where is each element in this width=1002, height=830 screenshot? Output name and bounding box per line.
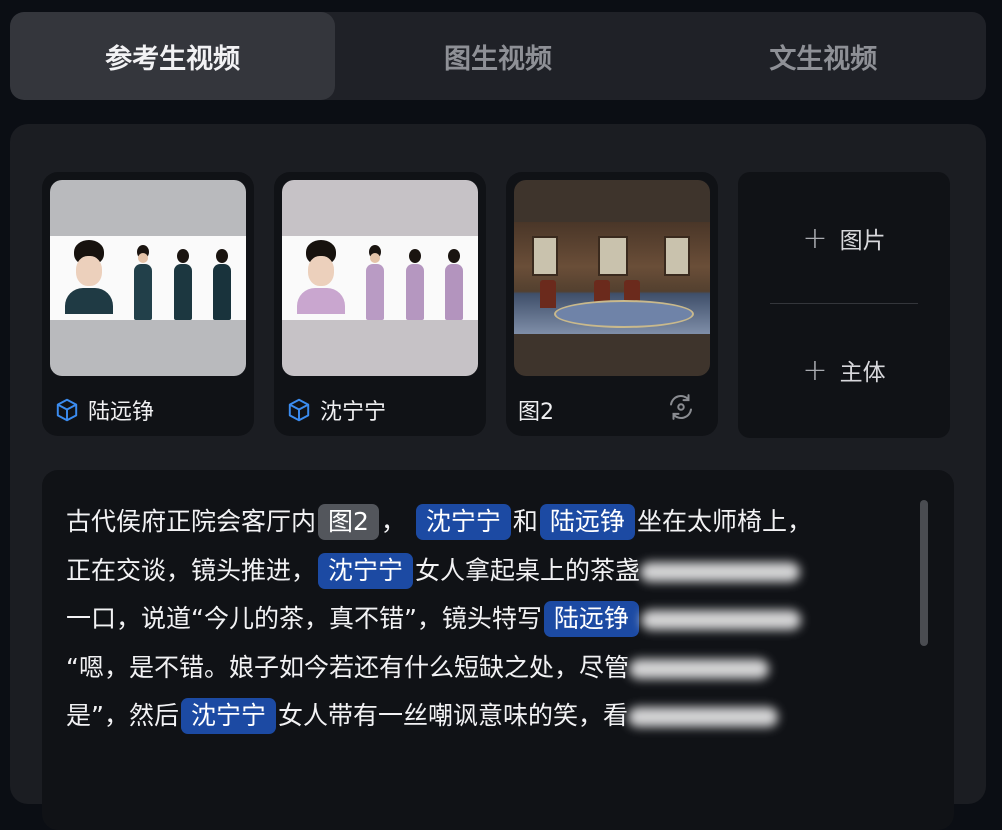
tab-reference-video[interactable]: 参考生视频 — [10, 12, 336, 100]
prompt-line: 正在交谈，镜头推进， 沈宁宁 女人拿起桌上的茶盏 — [66, 547, 906, 596]
reference-card-image2[interactable]: 图2 — [506, 172, 718, 436]
prompt-editor[interactable]: 古代侯府正院会客厅内 图2， 沈宁宁和陆远铮 坐在太师椅上， 正在交谈，镜头推进，沈… — [42, 470, 954, 830]
card-label: 图2 — [518, 400, 554, 425]
prompt-line: 一口，说道“今儿的茶，真不错”，镜头特写 陆远铮 — [66, 595, 906, 644]
character-sheet-thumbnail — [282, 180, 478, 376]
scrollbar[interactable] — [920, 500, 928, 646]
mention-tag-image2[interactable]: 图2 — [318, 504, 379, 540]
tab-image-video[interactable]: 图生视频 — [335, 12, 660, 100]
reference-card-luyuanzheng[interactable]: 陆远铮 — [42, 172, 254, 436]
mention-tag-luyuanzheng[interactable]: 陆远铮 — [539, 504, 635, 540]
prompt-line: 是”，然后 沈宁宁 女人带有一丝嘲讽意味的笑，看 — [66, 692, 906, 741]
cube-icon — [286, 397, 312, 423]
redacted-text — [640, 610, 801, 630]
swap-icon[interactable] — [666, 392, 696, 422]
room-thumbnail — [514, 180, 710, 376]
redacted-text — [640, 561, 801, 582]
reference-card-shenningning[interactable]: 沈宁宁 — [274, 172, 486, 436]
add-image-label: 图片 — [839, 228, 886, 254]
mention-tag-shenningning[interactable]: 沈宁宁 — [180, 698, 276, 734]
prompt-text[interactable]: 古代侯府正院会客厅内 图2， 沈宁宁和陆远铮 坐在太师椅上， 正在交谈，镜头推进，沈… — [66, 498, 906, 741]
redacted-text — [628, 658, 769, 679]
add-reference-box: + 图片 + 主体 — [738, 172, 950, 438]
character-sheet-thumbnail — [50, 180, 246, 376]
mention-tag-shenningning[interactable]: 沈宁宁 — [318, 552, 414, 589]
card-label: 陆远铮 — [88, 400, 155, 425]
add-subject-label: 主体 — [839, 360, 886, 386]
card-label: 沈宁宁 — [320, 400, 387, 425]
reference-panel: 陆远铮 沈宁宁 图2 + 图片 + 主体 古代侯府正院会客厅内 图2 ， 沈宁宁… — [10, 124, 986, 830]
cube-icon — [54, 397, 80, 423]
add-image-button[interactable]: + 图片 — [738, 172, 950, 304]
redacted-text — [627, 707, 778, 727]
prompt-line: “嗯，是不错。娘子如今若还有什么短缺之处，尽管 — [66, 644, 906, 693]
mention-tag-shenningning[interactable]: 沈宁宁 — [415, 504, 511, 540]
mode-tabs: 参考生视频 图生视频 文生视频 — [10, 12, 986, 100]
tab-text-video[interactable]: 文生视频 — [661, 12, 986, 100]
mention-tag-luyuanzheng[interactable]: 陆远铮 — [543, 601, 639, 637]
plus-icon: + — [802, 220, 828, 256]
plus-icon: + — [802, 352, 828, 388]
prompt-line: 古代侯府正院会客厅内 图2， 沈宁宁和陆远铮 坐在太师椅上， — [66, 498, 906, 547]
add-subject-button[interactable]: + 主体 — [738, 304, 950, 436]
